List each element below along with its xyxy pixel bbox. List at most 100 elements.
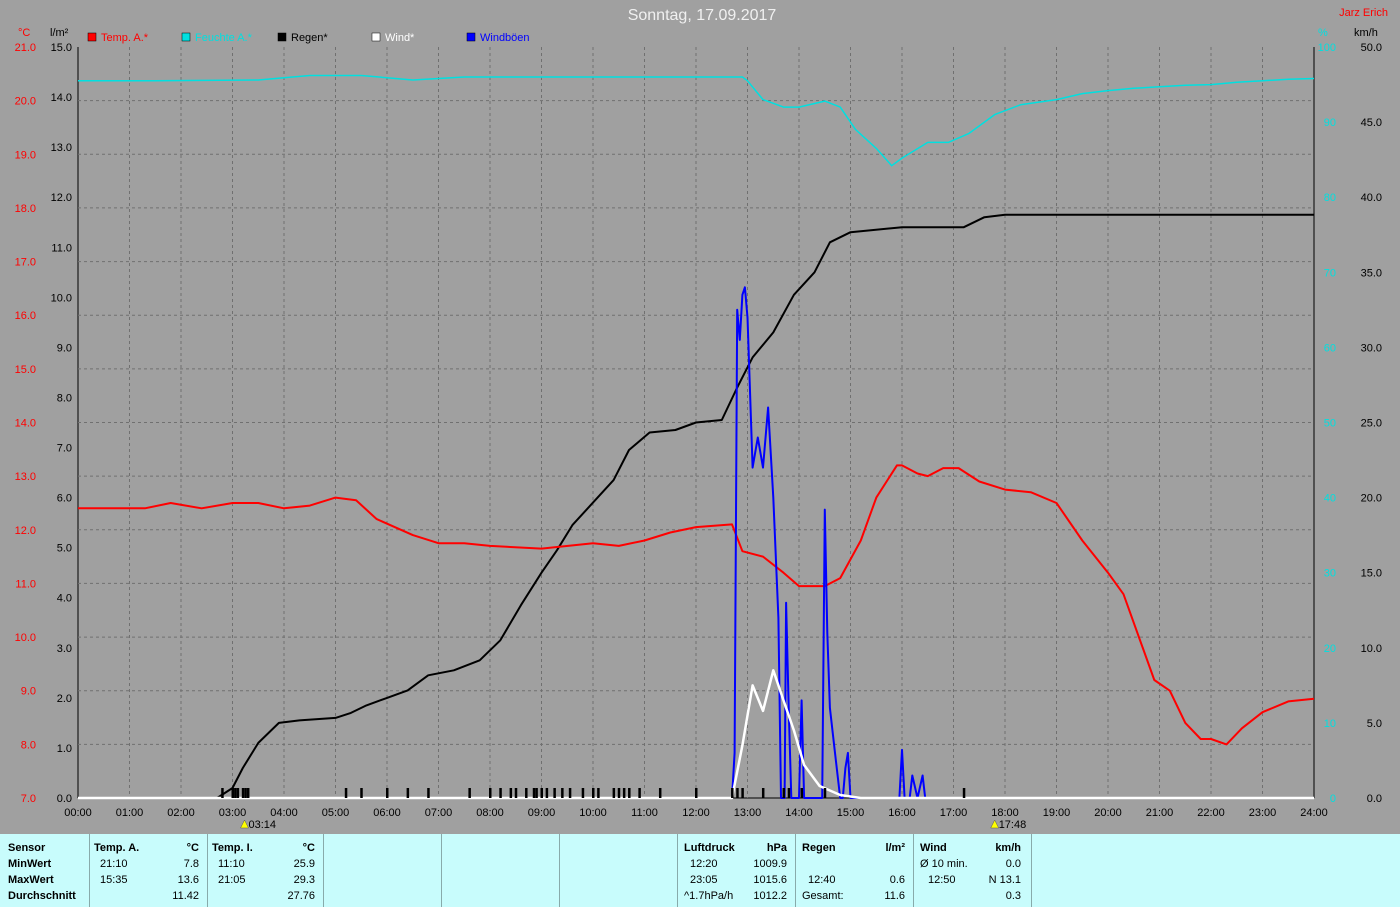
pressure-trend: ^1.7hPa/h bbox=[684, 890, 734, 902]
x-tick-label: 04:00 bbox=[270, 807, 298, 819]
wind-day-avg: 0.3 bbox=[1005, 890, 1021, 902]
legend-label: Temp. A.* bbox=[101, 32, 149, 44]
temp-tick-label: 18.0 bbox=[15, 203, 36, 215]
author-label: Jarz Erich bbox=[1339, 7, 1388, 19]
temp-tick-label: 11.0 bbox=[15, 578, 36, 590]
rain-event-mark bbox=[782, 788, 786, 798]
x-tick-label: 06:00 bbox=[373, 807, 401, 819]
rain-total-label: Gesamt: bbox=[802, 890, 844, 902]
legend-label: Regen* bbox=[291, 32, 328, 44]
rain-event-mark bbox=[525, 788, 528, 798]
x-tick-label: 14:00 bbox=[785, 807, 813, 819]
humidity-tick-label: 20 bbox=[1324, 643, 1336, 655]
rain-event-mark bbox=[489, 788, 492, 798]
humidity-tick-label: 0 bbox=[1330, 793, 1336, 805]
row-avg-label: Durchschnitt bbox=[8, 890, 76, 902]
rain-event-mark bbox=[622, 788, 626, 798]
humidity-axis-unit: % bbox=[1318, 27, 1328, 39]
pressure-max-val: 1015.6 bbox=[753, 874, 787, 886]
temp-tick-label: 15.0 bbox=[15, 364, 36, 376]
temp-tick-label: 9.0 bbox=[21, 686, 36, 698]
rain-event-mark bbox=[427, 788, 430, 798]
rain-max-val: 0.6 bbox=[889, 874, 905, 886]
rain-event-mark bbox=[221, 788, 224, 798]
rain-event-mark bbox=[628, 788, 631, 798]
temp-i-avg-val: 27.76 bbox=[287, 890, 315, 902]
temp-i-min-val: 25.9 bbox=[293, 858, 315, 870]
rain-event-mark bbox=[823, 788, 827, 798]
rain-event-mark bbox=[568, 788, 572, 798]
wind-tick-label: 45.0 bbox=[1361, 117, 1382, 129]
legend-swatch bbox=[181, 32, 191, 42]
weather-chart: 21.0 20.0 19.0 18.0 17.0 16.0 15.0 14.0 13.0 12.0… bbox=[0, 0, 1400, 834]
col-temp-i: Temp. I. °C 11:10 25.9 21:05 29.3 27.76 bbox=[208, 834, 324, 907]
x-tick-label: 12:00 bbox=[682, 807, 710, 819]
wind-tick-label: 10.0 bbox=[1361, 643, 1382, 655]
x-tick-label: 13:00 bbox=[734, 807, 762, 819]
col-empty-1 bbox=[324, 834, 442, 907]
rain-event-mark bbox=[514, 788, 518, 798]
x-tick-label: 01:00 bbox=[116, 807, 144, 819]
wind-tick-label: 5.0 bbox=[1367, 718, 1382, 730]
temp-tick-label: 20.0 bbox=[15, 96, 36, 108]
rain-tick-label: 0.0 bbox=[57, 793, 72, 805]
x-tick-label: 11:00 bbox=[631, 807, 658, 819]
wind-max-val: N 13.1 bbox=[988, 874, 1021, 886]
rain-event-mark bbox=[695, 788, 698, 798]
rain-tick-label: 12.0 bbox=[51, 192, 72, 204]
col-rain: Regen l/m² 12:40 0.6 Gesamt: 11.6 bbox=[796, 834, 914, 907]
header-rain: Regen bbox=[802, 842, 836, 854]
rain-event-mark bbox=[499, 788, 502, 798]
rain-event-mark bbox=[344, 788, 348, 798]
rain-event-mark bbox=[741, 788, 744, 798]
rain-event-mark bbox=[800, 788, 804, 798]
rain-event-mark bbox=[244, 788, 247, 798]
rain-event-mark bbox=[246, 788, 250, 798]
header-pressure: Luftdruck bbox=[684, 842, 735, 854]
header-temp-a: Temp. A. bbox=[94, 842, 140, 854]
rain-event-mark bbox=[736, 788, 739, 798]
x-tick-label: 09:00 bbox=[528, 807, 556, 819]
rain-event-mark bbox=[406, 788, 410, 798]
temp-i-min-time: 11:10 bbox=[218, 858, 245, 870]
x-tick-label: 24:00 bbox=[1300, 807, 1328, 819]
rain-event-mark bbox=[617, 788, 621, 798]
rain-event-mark bbox=[761, 788, 765, 798]
wind-avg-val: 0.0 bbox=[1005, 858, 1021, 870]
x-tick-label: 10:00 bbox=[579, 807, 607, 819]
header-rain-unit: l/m² bbox=[885, 842, 905, 854]
rain-event-mark bbox=[612, 788, 616, 798]
rain-tick-label: 10.0 bbox=[51, 292, 72, 304]
wind-avg-label: Ø 10 min. bbox=[920, 858, 968, 870]
header-sensor: Sensor bbox=[8, 842, 46, 854]
header-pressure-unit: hPa bbox=[766, 842, 787, 854]
humidity-tick-label: 50 bbox=[1324, 418, 1336, 430]
humidity-tick-label: 40 bbox=[1324, 493, 1336, 505]
rain-event-mark bbox=[509, 788, 513, 798]
x-tick-label: 00:00 bbox=[64, 807, 92, 819]
temp-tick-label: 17.0 bbox=[15, 257, 36, 269]
pressure-min-time: 12:20 bbox=[690, 858, 718, 870]
rain-max-time: 12:40 bbox=[808, 874, 836, 886]
header-temp-i-unit: °C bbox=[302, 842, 315, 854]
x-tick-label: 20:00 bbox=[1094, 807, 1122, 819]
col-pressure: Luftdruck hPa 12:20 1009.9 23:05 1015.6 … bbox=[678, 834, 796, 907]
row-max-label: MaxWert bbox=[8, 874, 54, 886]
x-tick-label: 15:00 bbox=[837, 807, 865, 819]
humidity-tick-label: 70 bbox=[1324, 267, 1336, 279]
rain-event-mark bbox=[386, 788, 389, 798]
temp-i-max-val: 29.3 bbox=[293, 874, 315, 886]
rain-tick-label: 13.0 bbox=[51, 142, 72, 154]
temp-axis-unit: °C bbox=[18, 27, 30, 39]
temp-tick-label: 8.0 bbox=[21, 739, 36, 751]
wind-tick-label: 40.0 bbox=[1361, 192, 1382, 204]
humidity-tick-label: 100 bbox=[1318, 42, 1336, 54]
temp-a-avg-val: 11.42 bbox=[172, 890, 199, 902]
rain-event-mark bbox=[236, 788, 240, 798]
temp-tick-label: 21.0 bbox=[15, 42, 36, 54]
rain-tick-label: 2.0 bbox=[57, 693, 72, 705]
pressure-avg-val: 1012.2 bbox=[753, 890, 787, 902]
x-tick-label: 16:00 bbox=[888, 807, 916, 819]
rain-event-mark bbox=[658, 788, 662, 798]
rain-event-mark bbox=[241, 788, 245, 798]
